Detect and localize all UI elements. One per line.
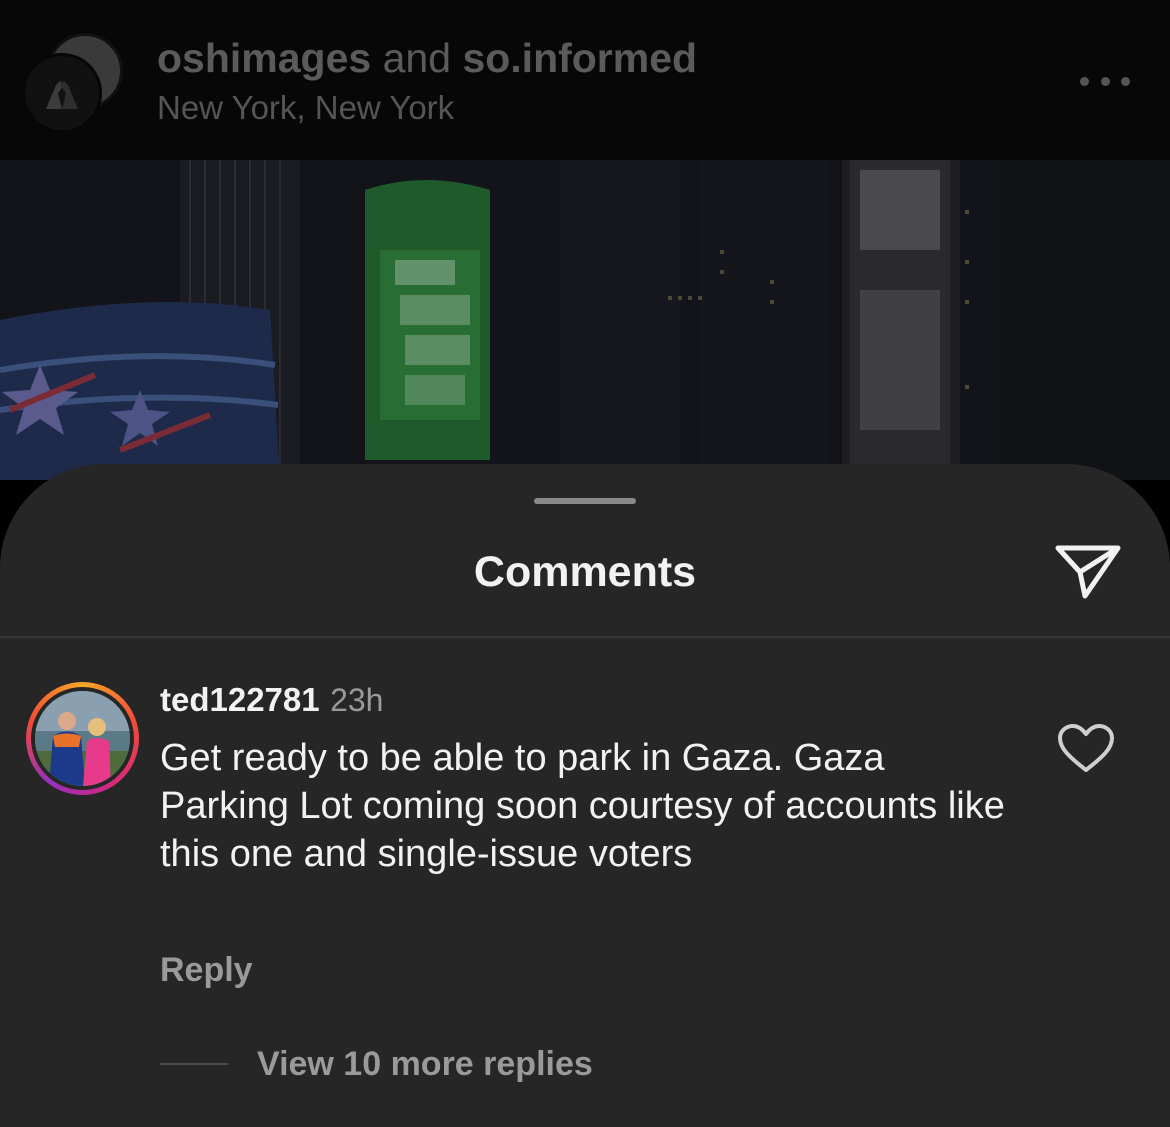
sheet-grabber[interactable]	[534, 498, 636, 504]
post-header: oshimages and so.informed New York, New …	[0, 0, 1170, 160]
raised-fists-logo-icon	[46, 81, 78, 109]
author-joiner: and	[382, 35, 452, 81]
post-header-text: oshimages and so.informed New York, New …	[157, 34, 697, 128]
author-username-2[interactable]: so.informed	[462, 35, 697, 81]
author-username-1[interactable]: oshimages	[157, 35, 371, 81]
comment-text: Get ready to be able to park in Gaza. Ga…	[160, 737, 1005, 875]
share-button[interactable]	[1052, 540, 1124, 602]
comments-sheet: Comments ted122781 23h Get ready to be a…	[0, 464, 1170, 1127]
reply-button[interactable]: Reply	[160, 950, 253, 990]
sheet-title: Comments	[473, 548, 697, 596]
paper-plane-icon	[1055, 545, 1121, 599]
sheet-divider	[0, 636, 1170, 638]
comment-header: ted122781 23h	[160, 680, 383, 727]
commenter-avatar-story-ring[interactable]	[26, 682, 139, 795]
post-image[interactable]	[0, 160, 1170, 480]
post-authors: oshimages and so.informed	[157, 34, 697, 82]
more-horizontal-icon	[1080, 76, 1089, 86]
avatar-primary	[22, 53, 102, 133]
comment-timestamp: 23h	[330, 682, 384, 718]
view-replies-row[interactable]: View 10 more replies	[160, 1044, 593, 1084]
more-dot	[1100, 76, 1110, 86]
comment-username[interactable]: ted122781	[160, 681, 320, 718]
like-button[interactable]	[1056, 722, 1116, 776]
more-options-button[interactable]	[1078, 68, 1132, 94]
avatar-gap	[31, 687, 134, 790]
post-location[interactable]: New York, New York	[157, 88, 697, 128]
replies-divider-line	[160, 1063, 228, 1065]
collab-avatars[interactable]	[22, 33, 123, 133]
view-replies-button[interactable]: View 10 more replies	[257, 1044, 593, 1084]
commenter-avatar	[35, 691, 130, 786]
more-dot	[1121, 76, 1130, 86]
screen: oshimages and so.informed New York, New …	[0, 0, 1170, 1127]
heart-outline-icon	[1058, 724, 1114, 772]
